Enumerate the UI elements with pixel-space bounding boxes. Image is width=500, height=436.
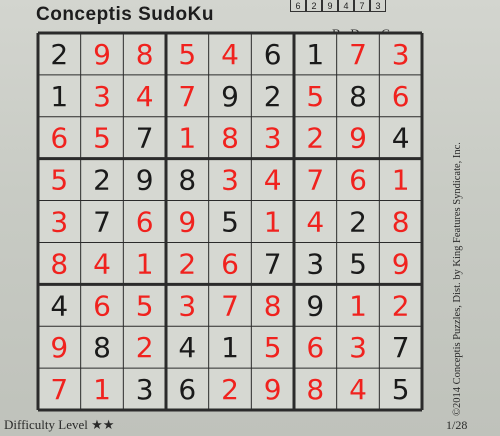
difficulty-stars: ★★ — [91, 417, 115, 432]
handwritten-digit: 1 — [93, 373, 111, 406]
given-digit: 6 — [178, 373, 196, 406]
handwritten-digit: 8 — [306, 373, 324, 406]
handwritten-digit: 1 — [349, 289, 367, 322]
handwritten-digit: 3 — [50, 206, 68, 239]
handwritten-digit: 6 — [392, 80, 410, 113]
given-digit: 2 — [264, 80, 282, 113]
handwritten-digit: 2 — [306, 122, 324, 155]
given-digit: 1 — [50, 80, 68, 113]
handwritten-digit: 6 — [136, 206, 154, 239]
given-digit: 7 — [136, 122, 154, 155]
given-digit: 7 — [392, 331, 410, 364]
given-digit: 8 — [349, 80, 367, 113]
handwritten-digit: 2 — [221, 373, 239, 406]
handwritten-digit: 8 — [264, 289, 282, 322]
handwritten-digit: 5 — [264, 331, 282, 364]
handwritten-digit: 7 — [50, 373, 68, 406]
handwritten-digit: 1 — [392, 164, 410, 197]
given-digit: 6 — [264, 38, 282, 71]
handwritten-digit: 1 — [178, 122, 196, 155]
handwritten-digit: 5 — [178, 38, 196, 71]
given-digit: 3 — [306, 247, 324, 280]
handwritten-digit: 5 — [306, 80, 324, 113]
handwritten-digit: 6 — [50, 122, 68, 155]
given-digit: 1 — [221, 331, 239, 364]
handwritten-digit: 2 — [392, 289, 410, 322]
handwritten-digit: 3 — [221, 164, 239, 197]
given-digit: 7 — [264, 247, 282, 280]
handwritten-digit: 5 — [136, 289, 154, 322]
given-digit: 1 — [306, 38, 324, 71]
handwritten-digit: 8 — [50, 247, 68, 280]
given-digit: 2 — [93, 164, 111, 197]
handwritten-digit: 8 — [136, 38, 154, 71]
given-digit: 3 — [136, 373, 154, 406]
handwritten-digit: 7 — [349, 38, 367, 71]
handwritten-digit: 4 — [264, 164, 282, 197]
handwritten-digit: 1 — [264, 206, 282, 239]
handwritten-digit: 5 — [50, 164, 68, 197]
handwritten-digit: 9 — [93, 38, 111, 71]
handwritten-digit: 9 — [349, 122, 367, 155]
handwritten-digit: 6 — [221, 247, 239, 280]
handwritten-digit: 4 — [221, 38, 239, 71]
copyright-credit: ©2014 Conceptis Puzzles, Dist. by King F… — [452, 142, 463, 416]
handwritten-digit: 9 — [392, 247, 410, 280]
handwritten-digit: 1 — [136, 247, 154, 280]
handwritten-digit: 6 — [306, 331, 324, 364]
given-digit: 4 — [178, 331, 196, 364]
given-digit: 8 — [93, 331, 111, 364]
given-digit: 8 — [178, 164, 196, 197]
given-digit: 9 — [306, 289, 324, 322]
difficulty-label: Difficulty Level — [4, 417, 88, 432]
handwritten-digit: 3 — [93, 80, 111, 113]
given-digit: 7 — [93, 206, 111, 239]
newspaper-page: 629473 Conceptis SudoKu By Dave Green 29… — [0, 0, 500, 436]
given-digit: 2 — [50, 38, 68, 71]
handwritten-digit: 3 — [178, 289, 196, 322]
handwritten-digit: 9 — [264, 373, 282, 406]
handwritten-digit: 4 — [349, 373, 367, 406]
handwritten-digit: 9 — [178, 206, 196, 239]
given-digit: 5 — [392, 373, 410, 406]
handwritten-digit: 2 — [136, 331, 154, 364]
handwritten-digit: 7 — [306, 164, 324, 197]
given-digit: 9 — [136, 164, 154, 197]
handwritten-digit: 3 — [392, 38, 410, 71]
handwritten-digit: 7 — [178, 80, 196, 113]
given-digit: 4 — [392, 122, 410, 155]
handwritten-digit: 8 — [221, 122, 239, 155]
puzzle-date: 1/28 — [446, 418, 468, 432]
handwritten-digit: 7 — [221, 289, 239, 322]
handwritten-digit: 3 — [264, 122, 282, 155]
given-digit: 5 — [221, 206, 239, 239]
difficulty-level: Difficulty Level ★★ — [4, 417, 114, 433]
handwritten-digit: 8 — [392, 206, 410, 239]
handwritten-digit: 4 — [306, 206, 324, 239]
handwritten-digit: 3 — [349, 331, 367, 364]
sudoku-grid: 2 9 8 5 4 6 1 7 31 3 4 7 9 2 5 8 66 5 7 1 8 3 2 9 45 2 9 8 3 4 7 6 13 7 6 9… — [36, 31, 424, 412]
given-digit: 9 — [221, 80, 239, 113]
given-digit: 2 — [349, 206, 367, 239]
handwritten-digit: 6 — [93, 289, 111, 322]
handwritten-digit: 6 — [349, 164, 367, 197]
handwritten-digit: 5 — [93, 122, 111, 155]
given-digit: 5 — [349, 247, 367, 280]
handwritten-digit: 4 — [136, 80, 154, 113]
handwritten-digit: 2 — [178, 247, 196, 280]
given-digit: 4 — [50, 289, 68, 322]
handwritten-digit: 4 — [93, 247, 111, 280]
handwritten-digit: 9 — [50, 331, 68, 364]
